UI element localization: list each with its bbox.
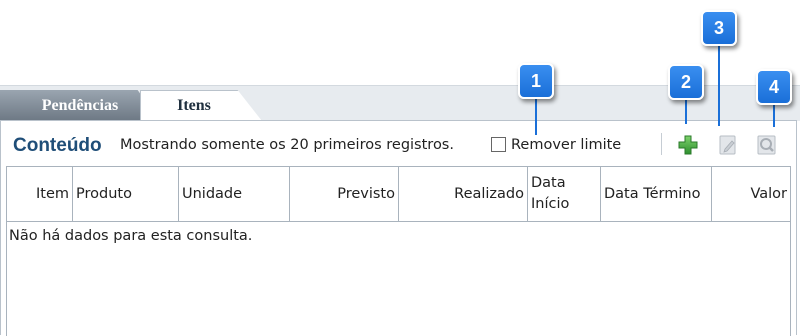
column-data-inicio-line2: Início [531, 196, 570, 212]
callout-2-leader [685, 100, 687, 124]
add-plus-icon [678, 135, 698, 155]
toolbar-separator [661, 133, 662, 155]
column-data-termino[interactable]: Data Término [601, 167, 712, 221]
items-grid: Item Produto Unidade Previsto Realizado … [6, 166, 791, 336]
column-data-inicio[interactable]: Data Início [528, 167, 601, 221]
content-panel: Conteúdo Mostrando somente os 20 primeir… [0, 120, 797, 336]
empty-message: Não há dados para esta consulta. [9, 228, 253, 244]
column-data-inicio-line1: Data [531, 175, 566, 191]
remove-limit-label[interactable]: Remover limite [511, 137, 621, 153]
tab-pendencias[interactable]: Pendências [0, 90, 160, 121]
callout-3: 3 [701, 10, 737, 46]
column-produto[interactable]: Produto [73, 167, 179, 221]
column-valor[interactable]: Valor [712, 167, 790, 221]
panel-title: Conteúdo [13, 135, 102, 156]
edit-icon [719, 135, 736, 155]
remove-limit-checkbox[interactable] [491, 137, 506, 152]
add-button[interactable] [677, 134, 699, 156]
column-unidade[interactable]: Unidade [179, 167, 290, 221]
tab-itens-label: Itens [177, 97, 211, 114]
callout-1: 1 [518, 63, 554, 99]
callout-4: 4 [756, 69, 792, 105]
column-previsto[interactable]: Previsto [290, 167, 399, 221]
callout-3-leader [718, 46, 720, 126]
limit-message: Mostrando somente os 20 primeiros regist… [120, 137, 454, 153]
callout-4-leader [773, 105, 775, 127]
column-realizado[interactable]: Realizado [399, 167, 528, 221]
edit-button[interactable] [717, 134, 739, 156]
callout-1-leader [535, 99, 537, 135]
grid-header: Item Produto Unidade Previsto Realizado … [7, 167, 790, 222]
callout-2: 2 [668, 64, 704, 100]
tab-itens[interactable]: Itens [140, 90, 262, 121]
panel-toolbar: Conteúdo Mostrando somente os 20 primeir… [1, 121, 796, 166]
column-item[interactable]: Item [7, 167, 73, 221]
view-magnifier-icon [757, 135, 776, 155]
tab-pendencias-label: Pendências [41, 96, 119, 114]
view-button[interactable] [756, 134, 778, 156]
